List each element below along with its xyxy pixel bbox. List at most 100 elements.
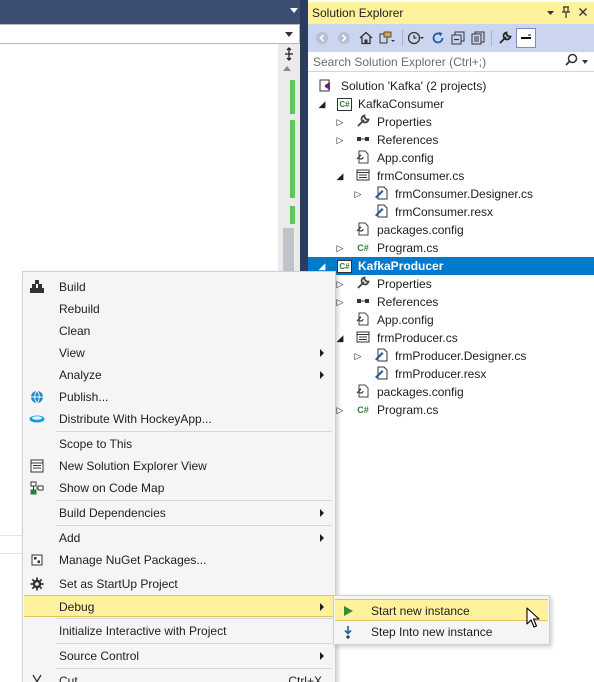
nuget-icon bbox=[28, 552, 46, 568]
split-editor-icon[interactable] bbox=[281, 46, 297, 62]
properties-icon[interactable] bbox=[496, 29, 514, 47]
tree-node-file[interactable]: frmConsumer.resx bbox=[308, 203, 594, 221]
tree-node-references[interactable]: ▷ References bbox=[308, 293, 594, 311]
tree-node-project-selected[interactable]: ◢ C# KafkaProducer bbox=[308, 257, 594, 275]
collapsed-arrow-icon[interactable]: ▷ bbox=[336, 405, 344, 415]
collapse-all-icon[interactable] bbox=[449, 29, 467, 47]
collapsed-arrow-icon[interactable]: ▷ bbox=[336, 243, 344, 253]
tab-overflow-dropdown-icon[interactable] bbox=[290, 8, 298, 13]
menu-item-show-on-code-map[interactable]: Show on Code Map bbox=[24, 477, 334, 499]
scroll-up-arrow-icon[interactable] bbox=[283, 66, 291, 71]
search-input[interactable]: Search Solution Explorer (Ctrl+;) bbox=[313, 55, 486, 69]
gear-icon bbox=[28, 576, 46, 592]
collapsed-arrow-icon[interactable]: ▷ bbox=[354, 351, 362, 361]
menu-separator bbox=[56, 525, 332, 526]
hockeyapp-icon bbox=[28, 411, 46, 427]
collapsed-arrow-icon[interactable]: ▷ bbox=[336, 297, 344, 307]
tree-node-references[interactable]: ▷ References bbox=[308, 131, 594, 149]
tree-node-project[interactable]: ◢ C# KafkaConsumer bbox=[308, 95, 594, 113]
menu-item-new-solution-explorer-view[interactable]: New Solution Explorer View bbox=[24, 455, 334, 477]
preview-icon[interactable] bbox=[516, 28, 536, 48]
tree-node-file[interactable]: ◢ frmConsumer.cs bbox=[308, 167, 594, 185]
menu-item-rebuild[interactable]: Rebuild bbox=[24, 298, 334, 320]
csharp-file-icon: C# bbox=[357, 405, 369, 415]
tree-node-solution[interactable]: Solution 'Kafka' (2 projects) bbox=[308, 77, 594, 95]
navigation-bar-dropdown[interactable] bbox=[0, 24, 300, 44]
tree-node-file[interactable]: frmProducer.resx bbox=[308, 365, 594, 383]
menu-item-analyze[interactable]: Analyze bbox=[24, 364, 334, 386]
tree-node-file[interactable]: ◢ frmProducer.cs bbox=[308, 329, 594, 347]
tree-node-folder[interactable]: ▷ Properties bbox=[308, 113, 594, 131]
submenu-arrow-icon bbox=[320, 652, 324, 660]
pin-icon[interactable] bbox=[561, 5, 571, 22]
form-icon bbox=[355, 330, 371, 346]
forward-icon[interactable] bbox=[335, 29, 353, 47]
mouse-pointer-icon bbox=[526, 607, 540, 629]
tree-node-folder[interactable]: ▷ Properties bbox=[308, 275, 594, 293]
submenu-arrow-icon bbox=[320, 509, 324, 517]
menu-item-debug[interactable]: Debug bbox=[24, 595, 334, 617]
csharp-project-icon: C# bbox=[337, 260, 352, 273]
menu-item-publish[interactable]: Publish... bbox=[24, 386, 334, 408]
tree-node-file[interactable]: ▷ frmProducer.Designer.cs bbox=[308, 347, 594, 365]
solution-explorer-title-bar: Solution Explorer bbox=[308, 2, 594, 24]
menu-separator bbox=[56, 500, 332, 501]
window-position-dropdown-icon[interactable] bbox=[546, 5, 555, 22]
collapsed-arrow-icon[interactable]: ▷ bbox=[336, 117, 344, 127]
back-icon[interactable] bbox=[313, 29, 331, 47]
refresh-icon[interactable] bbox=[429, 29, 447, 47]
scissors-icon bbox=[28, 673, 46, 682]
home-icon[interactable] bbox=[357, 29, 375, 47]
tree-node-file[interactable]: App.config bbox=[308, 149, 594, 167]
collapsed-arrow-icon[interactable]: ▷ bbox=[336, 135, 344, 145]
tree-node-file[interactable]: ▷ C# Program.cs bbox=[308, 239, 594, 257]
show-all-files-icon[interactable] bbox=[469, 29, 487, 47]
menu-item-start-new-instance[interactable]: Start new instance bbox=[335, 599, 548, 621]
chevron-down-icon bbox=[285, 32, 293, 37]
expanded-arrow-icon[interactable]: ◢ bbox=[318, 99, 326, 109]
form-icon bbox=[355, 168, 371, 184]
menu-separator bbox=[56, 668, 332, 669]
menu-separator bbox=[56, 643, 332, 644]
tree-node-file[interactable]: packages.config bbox=[308, 383, 594, 401]
switch-views-icon[interactable] bbox=[378, 29, 396, 47]
menu-item-scope-to-this[interactable]: Scope to This bbox=[24, 433, 334, 455]
menu-item-step-into-new-instance[interactable]: Step Into new instance bbox=[335, 621, 548, 643]
collapsed-arrow-icon[interactable]: ▷ bbox=[336, 279, 344, 289]
expanded-arrow-icon[interactable]: ◢ bbox=[318, 261, 326, 271]
expanded-arrow-icon[interactable]: ◢ bbox=[336, 333, 344, 343]
step-into-icon bbox=[340, 624, 356, 640]
config-file-icon bbox=[355, 150, 371, 166]
menu-item-distribute-hockeyapp[interactable]: Distribute With HockeyApp... bbox=[24, 408, 334, 430]
project-context-menu: Build Rebuild Clean View Analyze Publish… bbox=[22, 271, 336, 682]
build-icon bbox=[28, 279, 46, 295]
menu-item-initialize-interactive[interactable]: Initialize Interactive with Project bbox=[24, 620, 334, 642]
config-file-icon bbox=[355, 312, 371, 328]
debug-submenu: Start new instance Step Into new instanc… bbox=[333, 595, 550, 645]
menu-item-build[interactable]: Build bbox=[24, 276, 334, 298]
globe-icon bbox=[28, 389, 46, 405]
menu-item-build-dependencies[interactable]: Build Dependencies bbox=[24, 502, 334, 524]
menu-item-source-control[interactable]: Source Control bbox=[24, 645, 334, 667]
menu-item-set-startup-project[interactable]: Set as StartUp Project bbox=[24, 573, 334, 595]
tree-node-file[interactable]: packages.config bbox=[308, 221, 594, 239]
play-icon bbox=[340, 603, 356, 619]
tree-node-file[interactable]: ▷ frmConsumer.Designer.cs bbox=[308, 185, 594, 203]
designer-file-icon bbox=[373, 186, 389, 202]
tree-node-file[interactable]: App.config bbox=[308, 311, 594, 329]
scroll-thumb[interactable] bbox=[283, 228, 294, 272]
search-options-dropdown-icon[interactable] bbox=[582, 60, 588, 64]
search-icon[interactable] bbox=[565, 53, 578, 70]
menu-item-view[interactable]: View bbox=[24, 342, 334, 364]
solution-explorer-search[interactable]: Search Solution Explorer (Ctrl+;) bbox=[308, 52, 594, 72]
expanded-arrow-icon[interactable]: ◢ bbox=[336, 171, 344, 181]
close-icon[interactable] bbox=[578, 5, 588, 22]
solution-icon bbox=[318, 78, 334, 94]
history-icon[interactable] bbox=[407, 29, 425, 47]
menu-item-cut[interactable]: Cut Ctrl+X bbox=[24, 670, 334, 682]
tree-node-file[interactable]: ▷ C# Program.cs bbox=[308, 401, 594, 419]
collapsed-arrow-icon[interactable]: ▷ bbox=[354, 189, 362, 199]
menu-item-clean[interactable]: Clean bbox=[24, 320, 334, 342]
menu-item-manage-nuget[interactable]: Manage NuGet Packages... bbox=[24, 549, 334, 571]
menu-item-add[interactable]: Add bbox=[24, 527, 334, 549]
